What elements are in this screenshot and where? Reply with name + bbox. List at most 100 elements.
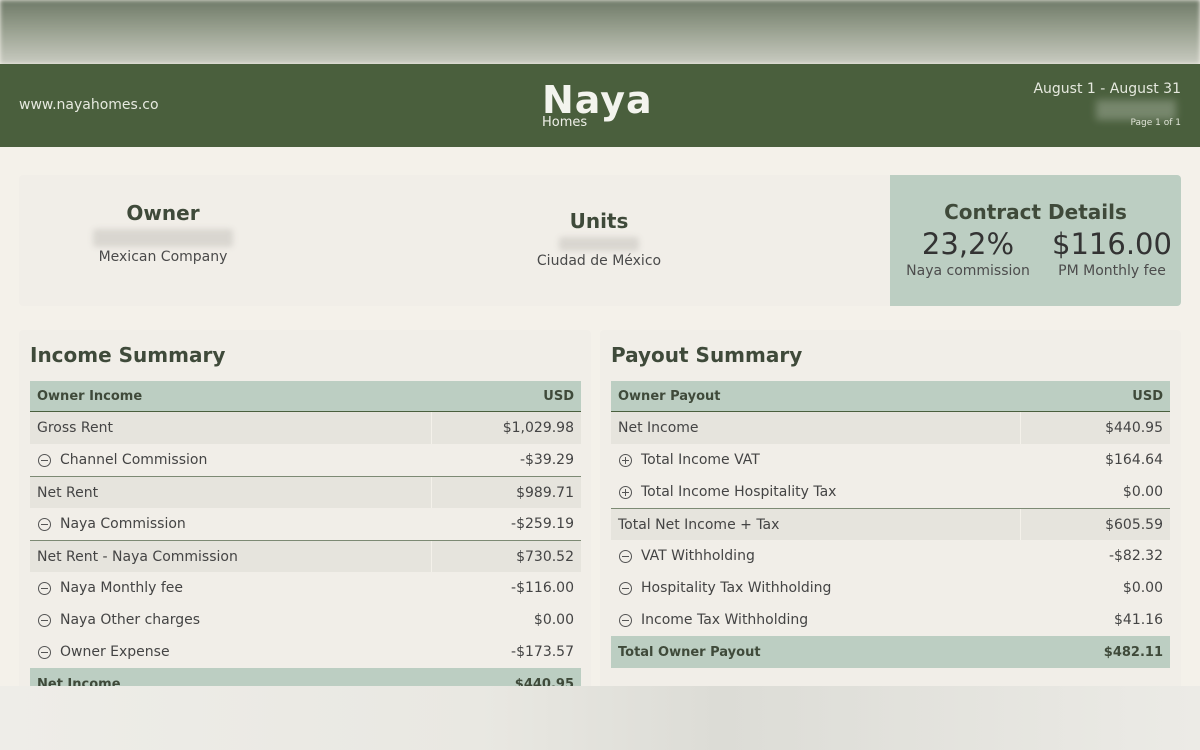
commission-value: 23,2% <box>921 227 1015 261</box>
income-row-text: Naya Commission <box>60 516 186 532</box>
payout-row-label: Income Tax Withholding <box>611 612 1020 628</box>
payout-row-text: Total Net Income + Tax <box>618 516 780 533</box>
minus-circle-icon <box>38 645 51 659</box>
payout-table: Owner Payout USD Net Income $440.95 Total … <box>611 381 1170 668</box>
payout-total-value: $482.11 <box>1103 644 1163 660</box>
income-row-label: Naya Commission <box>30 516 431 532</box>
plus-circle-icon <box>619 485 632 499</box>
minus-circle-icon <box>38 613 51 627</box>
table-row: Total Income VAT $164.64 <box>611 444 1170 476</box>
income-row-value: -$39.29 <box>519 452 574 468</box>
minus-circle-icon <box>619 549 632 563</box>
payout-table-header: Owner Payout USD <box>611 381 1170 412</box>
income-row-label: Net Rent - Naya Commission <box>30 549 431 565</box>
income-row-text: Naya Monthly fee <box>60 580 184 596</box>
payout-row-value: $605.59 <box>1020 509 1170 540</box>
owner-title: Owner <box>126 201 200 225</box>
payout-row-text: Income Tax Withholding <box>641 612 809 628</box>
income-summary-title: Income Summary <box>30 343 226 367</box>
table-row: Net Rent $989.71 <box>30 476 581 508</box>
page-number: Page 1 of 1 <box>1130 118 1182 128</box>
payout-row-label: Hospitality Tax Withholding <box>611 580 1020 596</box>
payout-row-value: $164.64 <box>1105 452 1163 468</box>
income-row-value: -$116.00 <box>511 580 574 596</box>
income-row-value: $1,029.98 <box>431 412 581 444</box>
units-block: Units Ciudad de México <box>519 209 679 269</box>
income-row-label: Owner Expense <box>30 644 431 660</box>
minus-circle-icon <box>38 517 51 531</box>
table-row: Channel Commission -$39.29 <box>30 444 581 476</box>
statement-period: August 1 - August 31 <box>1033 81 1181 97</box>
blurred-top-strip <box>0 0 1200 64</box>
income-row-text: Gross Rent <box>37 420 113 436</box>
table-row: Net Rent - Naya Commission $730.52 <box>30 540 581 572</box>
monthly-fee-stat: $116.00 PM Monthly fee <box>1042 227 1182 279</box>
payout-row-value: -$82.32 <box>1108 548 1163 564</box>
table-row: Total Income Hospitality Tax $0.00 <box>611 476 1170 508</box>
contract-details: Contract Details 23,2% Naya commission $… <box>890 175 1181 306</box>
income-row-value: -$173.57 <box>511 644 574 660</box>
income-row-text: Owner Expense <box>60 644 170 660</box>
income-row-text: Channel Commission <box>60 452 208 468</box>
income-row-text: Net Rent <box>37 484 99 501</box>
minus-circle-icon <box>619 581 632 595</box>
table-row: Owner Expense -$173.57 <box>30 636 581 668</box>
income-row-value: $730.52 <box>431 541 581 572</box>
plus-circle-icon <box>619 453 632 467</box>
redacted-owner-name <box>93 229 233 247</box>
redacted-header-text <box>1096 100 1176 120</box>
payout-row-label: Total Net Income + Tax <box>611 517 1020 533</box>
income-row-value: -$259.19 <box>511 516 574 532</box>
table-row: Gross Rent $1,029.98 <box>30 412 581 444</box>
monthly-fee-label: PM Monthly fee <box>1058 263 1166 279</box>
income-row-value: $989.71 <box>431 477 581 508</box>
payout-summary-panel: Payout Summary Owner Payout USD Net Inco… <box>600 330 1181 690</box>
payout-total-label: Total Owner Payout <box>618 644 761 660</box>
payout-row-label: Net Income <box>611 420 1020 436</box>
redacted-unit-name <box>559 237 639 251</box>
income-row-label: Naya Other charges <box>30 612 431 628</box>
payout-total-row: Total Owner Payout $482.11 <box>611 636 1170 668</box>
commission-stat: 23,2% Naya commission <box>898 227 1038 279</box>
minus-circle-icon <box>619 613 632 627</box>
statement-header: www.nayahomes.co Naya Homes August 1 - A… <box>0 64 1200 147</box>
table-row: Hospitality Tax Withholding $0.00 <box>611 572 1170 604</box>
payout-row-text: VAT Withholding <box>641 548 755 564</box>
payout-row-value: $41.16 <box>1114 612 1163 628</box>
monthly-fee-value: $116.00 <box>1052 227 1172 261</box>
income-header-currency: USD <box>543 388 574 404</box>
payout-row-value: $440.95 <box>1020 412 1170 444</box>
logo-subtitle: Homes <box>542 115 588 130</box>
table-row: Income Tax Withholding $41.16 <box>611 604 1170 636</box>
commission-label: Naya commission <box>906 263 1030 279</box>
units-location: Ciudad de México <box>536 253 662 269</box>
income-row-value: $0.00 <box>533 612 574 628</box>
income-table-header: Owner Income USD <box>30 381 581 412</box>
payout-row-value: $0.00 <box>1122 484 1163 500</box>
table-row: Net Income $440.95 <box>611 412 1170 444</box>
income-table: Owner Income USD Gross Rent $1,029.98 Chan… <box>30 381 581 700</box>
payout-row-label: Total Income Hospitality Tax <box>611 484 1020 500</box>
naya-homes-logo: Naya Homes <box>542 78 662 134</box>
owner-company: Mexican Company <box>98 249 228 265</box>
income-row-text: Net Rent - Naya Commission <box>37 548 238 565</box>
minus-circle-icon <box>38 453 51 467</box>
income-row-label: Naya Monthly fee <box>30 580 431 596</box>
payout-header-currency: USD <box>1132 388 1163 404</box>
income-row-text: Naya Other charges <box>60 612 201 628</box>
website-link[interactable]: www.nayahomes.co <box>19 97 159 113</box>
table-row: Naya Monthly fee -$116.00 <box>30 572 581 604</box>
payout-header-label: Owner Payout <box>618 388 721 404</box>
table-row: Total Net Income + Tax $605.59 <box>611 508 1170 540</box>
payout-summary-title: Payout Summary <box>611 343 803 367</box>
income-summary-panel: Income Summary Owner Income USD Gross Re… <box>19 330 591 700</box>
income-row-label: Net Rent <box>30 485 431 501</box>
table-row: VAT Withholding -$82.32 <box>611 540 1170 572</box>
table-row: Naya Other charges $0.00 <box>30 604 581 636</box>
units-title: Units <box>569 209 629 233</box>
payout-row-text: Total Income VAT <box>641 452 760 468</box>
income-row-label: Channel Commission <box>30 452 431 468</box>
payout-row-value: $0.00 <box>1122 580 1163 596</box>
minus-circle-icon <box>38 581 51 595</box>
payout-row-text: Total Income Hospitality Tax <box>641 484 837 500</box>
